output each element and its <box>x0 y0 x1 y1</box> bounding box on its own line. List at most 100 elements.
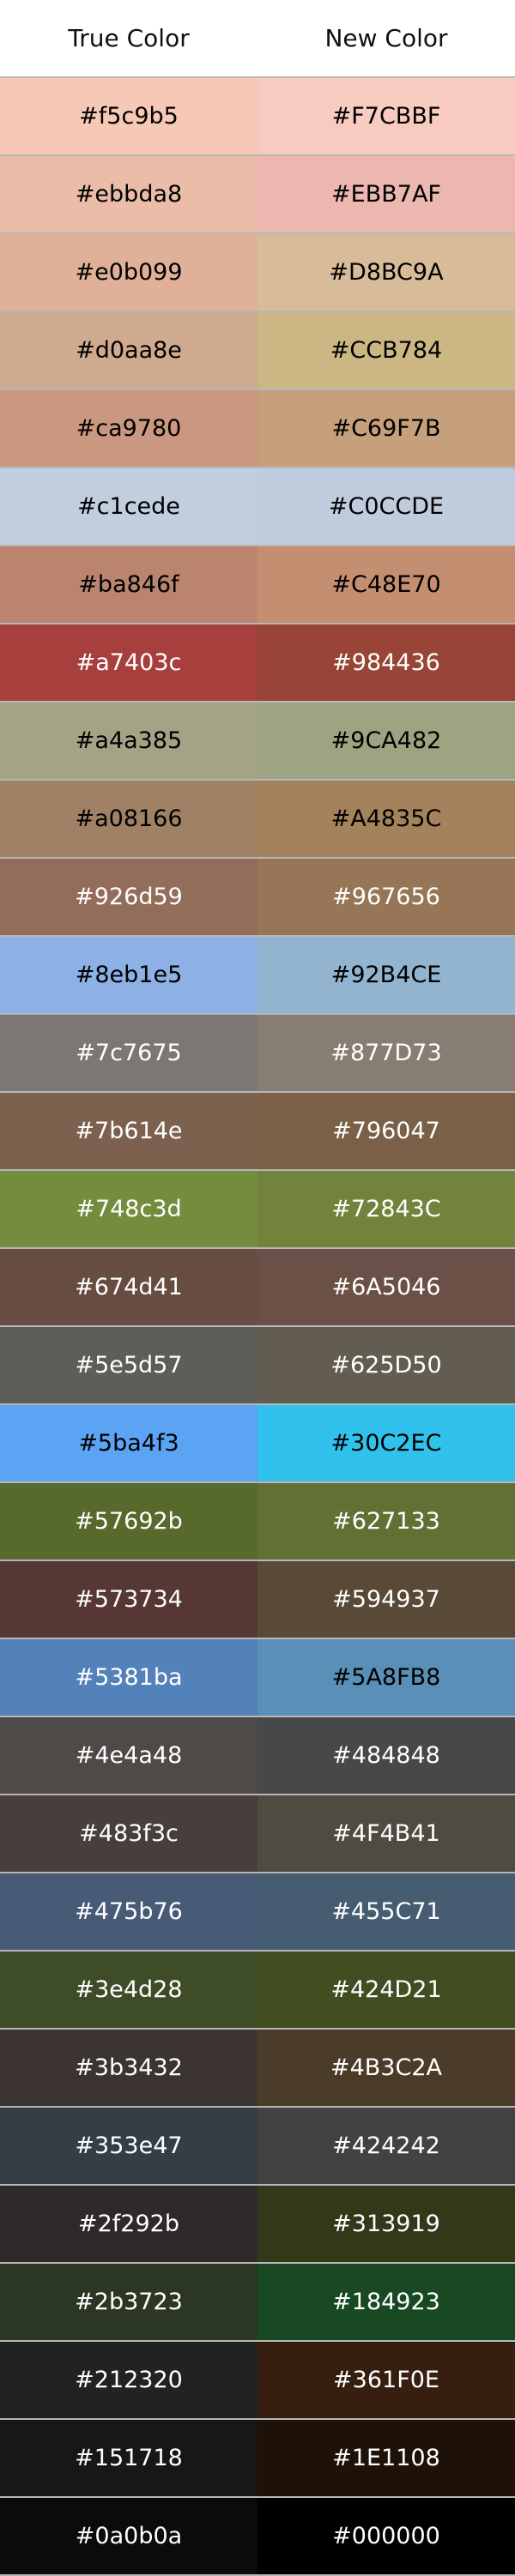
new-color-swatch: #424242 <box>258 2108 515 2184</box>
true-color-swatch: #748c3d <box>0 1171 258 1247</box>
true-color-swatch: #2f292b <box>0 2186 258 2262</box>
color-row: #ebbda8 #EBB7AF <box>0 156 515 234</box>
color-row: #7b614e #796047 <box>0 1093 515 1171</box>
true-color-swatch: #926d59 <box>0 859 258 935</box>
color-row: #a08166 #A4835C <box>0 781 515 859</box>
new-color-swatch: #361F0E <box>258 2342 515 2418</box>
new-color-swatch: #C69F7B <box>258 390 515 467</box>
new-color-swatch: #EBB7AF <box>258 156 515 232</box>
color-row: #3e4d28 #424D21 <box>0 1952 515 2030</box>
color-row: #4e4a48 #484848 <box>0 1717 515 1795</box>
true-color-swatch: #674d41 <box>0 1249 258 1325</box>
true-color-header: True Color <box>68 24 190 52</box>
true-color-swatch: #a7403c <box>0 624 258 701</box>
new-color-header: New Color <box>324 24 448 52</box>
new-color-swatch: #627133 <box>258 1483 515 1559</box>
true-color-swatch: #ca9780 <box>0 390 258 467</box>
true-color-swatch: #a4a385 <box>0 703 258 779</box>
true-color-swatch: #2b3723 <box>0 2264 258 2340</box>
new-color-swatch: #1E1108 <box>258 2420 515 2496</box>
color-row: #a4a385 #9CA482 <box>0 703 515 781</box>
true-color-swatch: #ebbda8 <box>0 156 258 232</box>
new-color-swatch: #184923 <box>258 2264 515 2340</box>
new-color-swatch: #6A5046 <box>258 1249 515 1325</box>
true-color-swatch: #212320 <box>0 2342 258 2418</box>
color-row: #483f3c #4F4B41 <box>0 1795 515 1873</box>
color-row: #5381ba #5A8FB8 <box>0 1639 515 1717</box>
color-row: #573734 #594937 <box>0 1561 515 1639</box>
true-color-swatch: #c1cede <box>0 468 258 545</box>
color-row: #926d59 #967656 <box>0 859 515 937</box>
true-color-swatch: #8eb1e5 <box>0 937 258 1013</box>
new-color-swatch: #967656 <box>258 859 515 935</box>
color-row: #353e47 #424242 <box>0 2108 515 2186</box>
true-color-swatch: #d0aa8e <box>0 312 258 389</box>
new-color-swatch: #594937 <box>258 1561 515 1638</box>
color-row: #ba846f #C48E70 <box>0 546 515 624</box>
true-color-swatch: #5381ba <box>0 1639 258 1716</box>
color-row: #212320 #361F0E <box>0 2342 515 2420</box>
color-row: #2f292b #313919 <box>0 2186 515 2264</box>
true-color-swatch: #a08166 <box>0 781 258 857</box>
new-color-swatch: #984436 <box>258 624 515 701</box>
new-color-swatch: #C0CCDE <box>258 468 515 545</box>
color-row: #57692b #627133 <box>0 1483 515 1561</box>
new-color-swatch: #92B4CE <box>258 937 515 1013</box>
new-color-swatch: #30C2EC <box>258 1405 515 1481</box>
true-color-swatch: #ba846f <box>0 546 258 623</box>
color-row: #5ba4f3 #30C2EC <box>0 1405 515 1483</box>
new-color-swatch: #9CA482 <box>258 703 515 779</box>
true-color-swatch: #475b76 <box>0 1873 258 1950</box>
color-row: #7c7675 #877D73 <box>0 1015 515 1093</box>
color-row: #8eb1e5 #92B4CE <box>0 937 515 1015</box>
new-color-swatch: #877D73 <box>258 1015 515 1091</box>
new-color-swatch: #000000 <box>258 2498 515 2574</box>
color-row: #d0aa8e #CCB784 <box>0 312 515 390</box>
color-row: #ca9780 #C69F7B <box>0 390 515 468</box>
color-row: #674d41 #6A5046 <box>0 1249 515 1327</box>
new-color-swatch: #CCB784 <box>258 312 515 389</box>
new-color-swatch: #F7CBBF <box>258 78 515 154</box>
color-row: #c1cede #C0CCDE <box>0 468 515 546</box>
true-color-swatch: #5e5d57 <box>0 1327 258 1403</box>
true-color-swatch: #3e4d28 <box>0 1952 258 2028</box>
true-color-swatch: #e0b099 <box>0 234 258 311</box>
color-comparison-table: #f5c9b5 #F7CBBF #ebbda8 #EBB7AF #e0b099 #D8BC… <box>0 78 515 2576</box>
true-color-swatch: #151718 <box>0 2420 258 2496</box>
new-color-swatch: #455C71 <box>258 1873 515 1950</box>
new-color-swatch: #313919 <box>258 2186 515 2262</box>
table-header: True Color New Color <box>0 0 515 78</box>
color-row: #f5c9b5 #F7CBBF <box>0 78 515 156</box>
new-color-swatch: #A4835C <box>258 781 515 857</box>
color-row: #5e5d57 #625D50 <box>0 1327 515 1405</box>
new-color-swatch: #C48E70 <box>258 546 515 623</box>
new-color-swatch: #625D50 <box>258 1327 515 1403</box>
color-row: #0a0b0a #000000 <box>0 2498 515 2576</box>
true-color-swatch: #7c7675 <box>0 1015 258 1091</box>
new-color-swatch: #5A8FB8 <box>258 1639 515 1716</box>
new-color-swatch: #484848 <box>258 1717 515 1794</box>
new-color-swatch: #D8BC9A <box>258 234 515 311</box>
color-row: #748c3d #72843C <box>0 1171 515 1249</box>
true-color-swatch: #483f3c <box>0 1795 258 1872</box>
true-color-swatch: #573734 <box>0 1561 258 1638</box>
true-color-swatch: #57692b <box>0 1483 258 1559</box>
color-row: #475b76 #455C71 <box>0 1873 515 1952</box>
new-color-swatch: #796047 <box>258 1093 515 1169</box>
color-row: #e0b099 #D8BC9A <box>0 234 515 312</box>
color-row: #2b3723 #184923 <box>0 2264 515 2342</box>
true-color-swatch: #3b3432 <box>0 2030 258 2106</box>
true-color-swatch: #7b614e <box>0 1093 258 1169</box>
true-color-swatch: #5ba4f3 <box>0 1405 258 1481</box>
color-row: #3b3432 #4B3C2A <box>0 2030 515 2108</box>
true-color-swatch: #4e4a48 <box>0 1717 258 1794</box>
new-color-swatch: #424D21 <box>258 1952 515 2028</box>
new-color-swatch: #4F4B41 <box>258 1795 515 1872</box>
color-row: #a7403c #984436 <box>0 624 515 703</box>
true-color-swatch: #f5c9b5 <box>0 78 258 154</box>
color-row: #151718 #1E1108 <box>0 2420 515 2498</box>
true-color-swatch: #0a0b0a <box>0 2498 258 2574</box>
new-color-swatch: #4B3C2A <box>258 2030 515 2106</box>
true-color-swatch: #353e47 <box>0 2108 258 2184</box>
new-color-swatch: #72843C <box>258 1171 515 1247</box>
